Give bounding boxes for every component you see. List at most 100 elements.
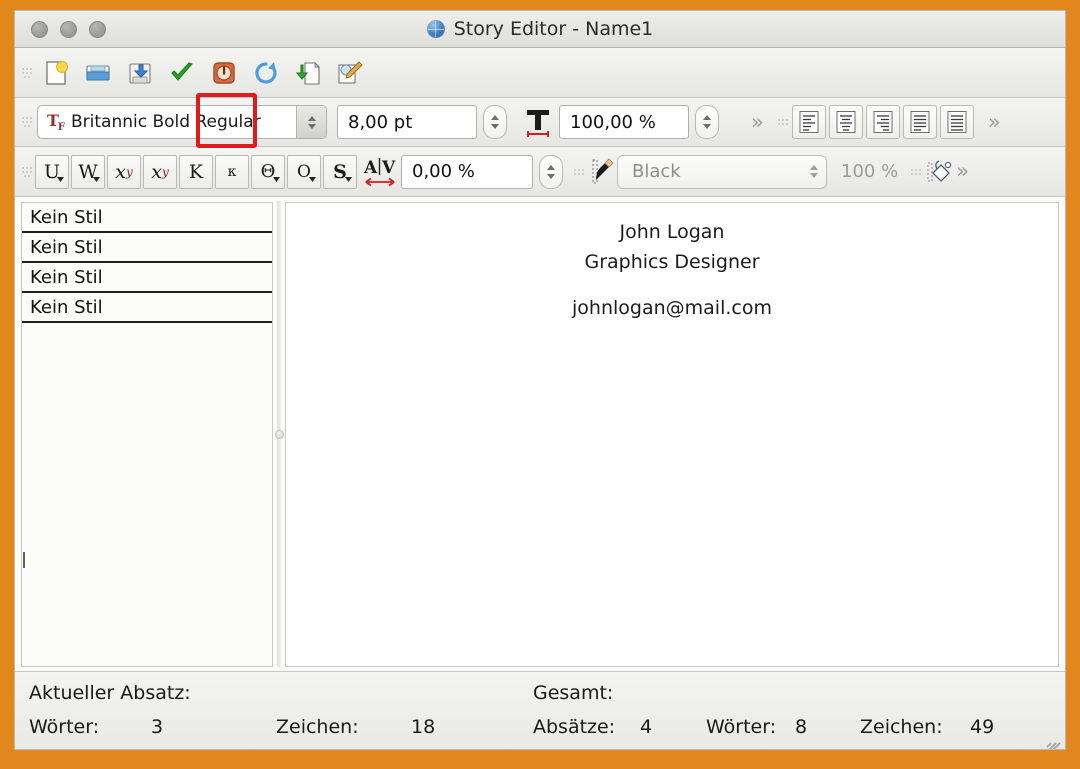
- current-paragraph-label: Aktueller Absatz:: [29, 682, 191, 704]
- update-text-frame-button[interactable]: [163, 55, 201, 91]
- total-paragraphs-label: Absätze:: [533, 716, 615, 738]
- style-row-label: Kein Stil: [30, 207, 103, 228]
- toolbar-grip-color[interactable]: [573, 157, 584, 187]
- story-text-editor[interactable]: John Logan Graphics Designer johnlogan@m…: [285, 202, 1059, 667]
- edit-styles-button[interactable]: [331, 55, 369, 91]
- story-line: Graphics Designer: [286, 247, 1058, 277]
- text-color-select[interactable]: Black: [617, 155, 827, 189]
- font-size-stepper[interactable]: [483, 105, 507, 139]
- subscript-button[interactable]: xy: [107, 155, 141, 189]
- superscript-button[interactable]: xy: [143, 155, 177, 189]
- globe-icon: [427, 20, 445, 38]
- status-bar: Aktueller Absatz: Gesamt: Wörter: 3 Zeic…: [15, 671, 1065, 749]
- pen-color-icon: [587, 157, 617, 187]
- text-color-value: Black: [632, 161, 681, 182]
- font-family-spinner[interactable]: [296, 106, 326, 138]
- all-caps-button[interactable]: K: [179, 155, 213, 189]
- style-toolbar: U W xy xy K κ Θ O: [15, 147, 1065, 197]
- shade-value: 100 %: [841, 161, 898, 182]
- insert-special-character-button[interactable]: [289, 55, 327, 91]
- file-toolbar: [15, 48, 1065, 98]
- style-row[interactable]: Kein Stil: [22, 293, 272, 323]
- story-text-content: John Logan Graphics Designer johnlogan@m…: [286, 203, 1058, 323]
- style-row[interactable]: Kein Stil: [22, 203, 272, 233]
- style-row[interactable]: Kein Stil: [22, 233, 272, 263]
- scaling-input[interactable]: 100,00 %: [559, 105, 689, 139]
- underline-words-button[interactable]: W: [71, 155, 105, 189]
- screenshot-root: Story Editor - Name1: [0, 0, 1080, 769]
- current-chars-value: 18: [411, 716, 435, 738]
- svg-text:V: V: [381, 158, 396, 178]
- style-row-label: Kein Stil: [30, 267, 103, 288]
- total-chars-value: 49: [970, 716, 994, 738]
- total-words-value: 8: [795, 716, 807, 738]
- font-toolbar-overflow-right-icon[interactable]: »: [988, 112, 1001, 133]
- style-row-label: Kein Stil: [30, 297, 103, 318]
- title-bar: Story Editor - Name1: [15, 11, 1065, 48]
- toolbar-grip-align[interactable]: [778, 107, 789, 137]
- new-document-button[interactable]: [37, 55, 75, 91]
- shadow-button[interactable]: S: [323, 155, 357, 189]
- align-force-justify-button[interactable]: [940, 105, 974, 139]
- outline-button[interactable]: O: [287, 155, 321, 189]
- style-row[interactable]: Kein Stil: [22, 263, 272, 293]
- zoom-button[interactable]: [89, 21, 106, 38]
- svg-text:A: A: [363, 158, 378, 178]
- align-center-button[interactable]: [829, 105, 863, 139]
- total-chars-label: Zeichen:: [860, 716, 943, 738]
- toolbar-grip-file[interactable]: [21, 58, 32, 88]
- strikethrough-button[interactable]: Θ: [251, 155, 285, 189]
- font-tf-icon: TF: [47, 111, 64, 133]
- tracking-input[interactable]: 0,00 %: [401, 155, 533, 189]
- paragraph-styles-pane[interactable]: Kein Stil Kein Stil Kein Stil Kein Stil: [21, 202, 273, 667]
- window-title: Story Editor - Name1: [454, 18, 654, 40]
- underline-button[interactable]: U: [35, 155, 69, 189]
- style-toolbar-overflow-icon[interactable]: »: [956, 161, 969, 182]
- toolbar-grip-style[interactable]: [21, 157, 32, 187]
- text-height-scaling-icon: [523, 106, 553, 138]
- alignment-button-group: [792, 105, 974, 139]
- tracking-value: 0,00 %: [412, 161, 475, 182]
- font-family-combo[interactable]: TF Britannic Bold Regular: [37, 105, 327, 139]
- scaling-value: 100,00 %: [570, 112, 656, 133]
- load-from-file-button[interactable]: [79, 55, 117, 91]
- pane-splitter[interactable]: [273, 197, 285, 671]
- reload-text-button[interactable]: [247, 55, 285, 91]
- toolbar-grip-font[interactable]: [21, 107, 32, 137]
- title-container: Story Editor - Name1: [15, 18, 1065, 40]
- font-size-input[interactable]: 8,00 pt: [337, 105, 477, 139]
- window-resize-grip[interactable]: [1044, 728, 1060, 744]
- subscript-glyph: x: [115, 161, 126, 183]
- total-label: Gesamt:: [533, 682, 613, 704]
- font-toolbar-overflow-left-icon[interactable]: »: [751, 112, 764, 133]
- small-caps-button[interactable]: κ: [215, 155, 249, 189]
- toolbar-grip-fill[interactable]: [910, 157, 921, 187]
- close-button[interactable]: [31, 21, 48, 38]
- story-line-blank: [286, 277, 1058, 293]
- minimize-button[interactable]: [60, 21, 77, 38]
- align-left-button[interactable]: [792, 105, 826, 139]
- paint-bucket-icon[interactable]: [924, 157, 954, 187]
- exit-without-updating-button[interactable]: [205, 55, 243, 91]
- total-words-label: Wörter:: [706, 716, 776, 738]
- text-cursor-marker: [23, 552, 25, 568]
- align-right-button[interactable]: [866, 105, 900, 139]
- scaling-stepper[interactable]: [695, 105, 719, 139]
- align-justify-button[interactable]: [903, 105, 937, 139]
- superscript-glyph: x: [151, 161, 162, 183]
- total-paragraphs-value: 4: [640, 716, 652, 738]
- current-chars-label: Zeichen:: [276, 716, 359, 738]
- save-to-file-button[interactable]: [121, 55, 159, 91]
- tracking-stepper[interactable]: [539, 155, 563, 189]
- current-words-label: Wörter:: [29, 716, 99, 738]
- font-family-value-wrap: TF Britannic Bold Regular: [38, 106, 296, 138]
- text-color-chevron-icon[interactable]: [810, 165, 818, 178]
- style-row-label: Kein Stil: [30, 237, 103, 258]
- story-line: johnlogan@mail.com: [286, 293, 1058, 323]
- font-family-value: Britannic Bold Regular: [71, 112, 261, 132]
- small-caps-glyph: κ: [228, 164, 237, 180]
- font-size-value: 8,00 pt: [348, 112, 412, 133]
- splitter-handle[interactable]: [275, 430, 284, 439]
- current-words-value: 3: [151, 716, 163, 738]
- font-toolbar: TF Britannic Bold Regular 8,00 pt: [15, 98, 1065, 147]
